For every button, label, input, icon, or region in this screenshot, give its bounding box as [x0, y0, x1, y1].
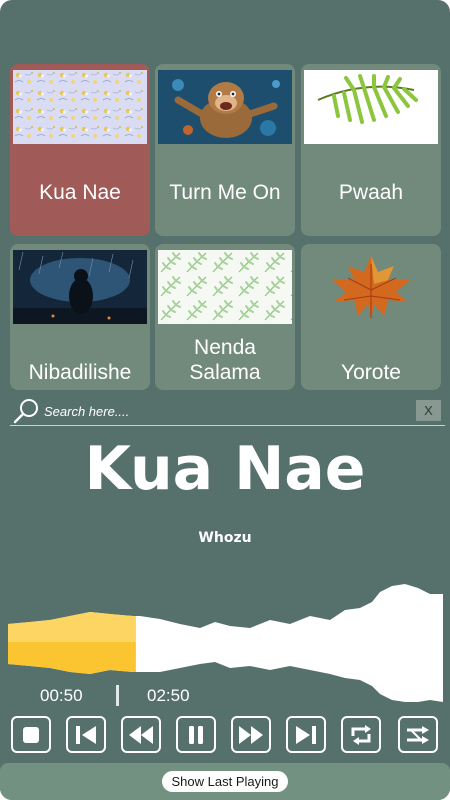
- skip-next-icon: [296, 725, 316, 744]
- repeat-button[interactable]: [341, 716, 381, 753]
- current-time: 00:50: [40, 686, 83, 705]
- song-thumbnail-fern: [158, 250, 292, 324]
- shuffle-icon: [407, 725, 429, 744]
- footer-bar: Show Last Playing: [0, 763, 450, 800]
- search-input[interactable]: [44, 400, 404, 422]
- song-card-yorote[interactable]: Yorote: [301, 244, 441, 390]
- next-button[interactable]: [286, 716, 326, 753]
- waveform-played-highlight: [8, 584, 136, 642]
- previous-button[interactable]: [66, 716, 106, 753]
- song-title: Nenda Salama: [189, 336, 261, 384]
- music-player-app: Kua Nae Turn Me On Pwaah Nibadilishe Nen…: [0, 0, 450, 800]
- time-separator: [116, 685, 119, 706]
- song-thumbnail-palm-leaf: [304, 70, 438, 144]
- clear-search-button[interactable]: X: [416, 400, 441, 421]
- song-thumbnail-floral: [13, 70, 147, 144]
- search-icon[interactable]: [12, 398, 40, 424]
- show-last-playing-button[interactable]: Show Last Playing: [162, 771, 288, 792]
- skip-previous-icon: [76, 725, 96, 744]
- total-time: 02:50: [147, 686, 190, 705]
- song-card-nibadilishe[interactable]: Nibadilishe: [10, 244, 150, 390]
- song-thumbnail-maple-leaf: [304, 250, 438, 324]
- search-bar: X: [10, 396, 445, 426]
- song-card-kua-nae[interactable]: Kua Nae: [10, 64, 150, 236]
- song-card-pwaah[interactable]: Pwaah: [301, 64, 441, 236]
- stop-icon: [23, 726, 39, 743]
- rewind-icon: [129, 725, 153, 744]
- song-grid: Kua Nae Turn Me On Pwaah Nibadilishe Nen…: [0, 0, 450, 390]
- song-title: Kua Nae: [39, 181, 121, 204]
- pause-button[interactable]: [176, 716, 216, 753]
- song-title: Nibadilishe: [28, 361, 132, 384]
- song-card-turn-me-on[interactable]: Turn Me On: [155, 64, 295, 236]
- pause-icon: [189, 725, 203, 744]
- now-playing-title: Kua Nae: [84, 434, 366, 504]
- song-thumbnail-monkey: [158, 70, 292, 144]
- fast-forward-icon: [239, 725, 263, 744]
- song-title: Yorote: [341, 361, 401, 384]
- repeat-icon: [351, 724, 371, 745]
- song-title: Pwaah: [338, 181, 404, 204]
- playback-controls: [0, 716, 450, 754]
- shuffle-button[interactable]: [398, 716, 438, 753]
- rewind-button[interactable]: [121, 716, 161, 753]
- song-card-nenda-salama[interactable]: Nenda Salama: [155, 244, 295, 390]
- song-title: Turn Me On: [169, 181, 281, 204]
- stop-button[interactable]: [11, 716, 51, 753]
- fast-forward-button[interactable]: [231, 716, 271, 753]
- now-playing-artist: Whozu: [198, 530, 252, 546]
- song-thumbnail-rain-figure: [13, 250, 147, 324]
